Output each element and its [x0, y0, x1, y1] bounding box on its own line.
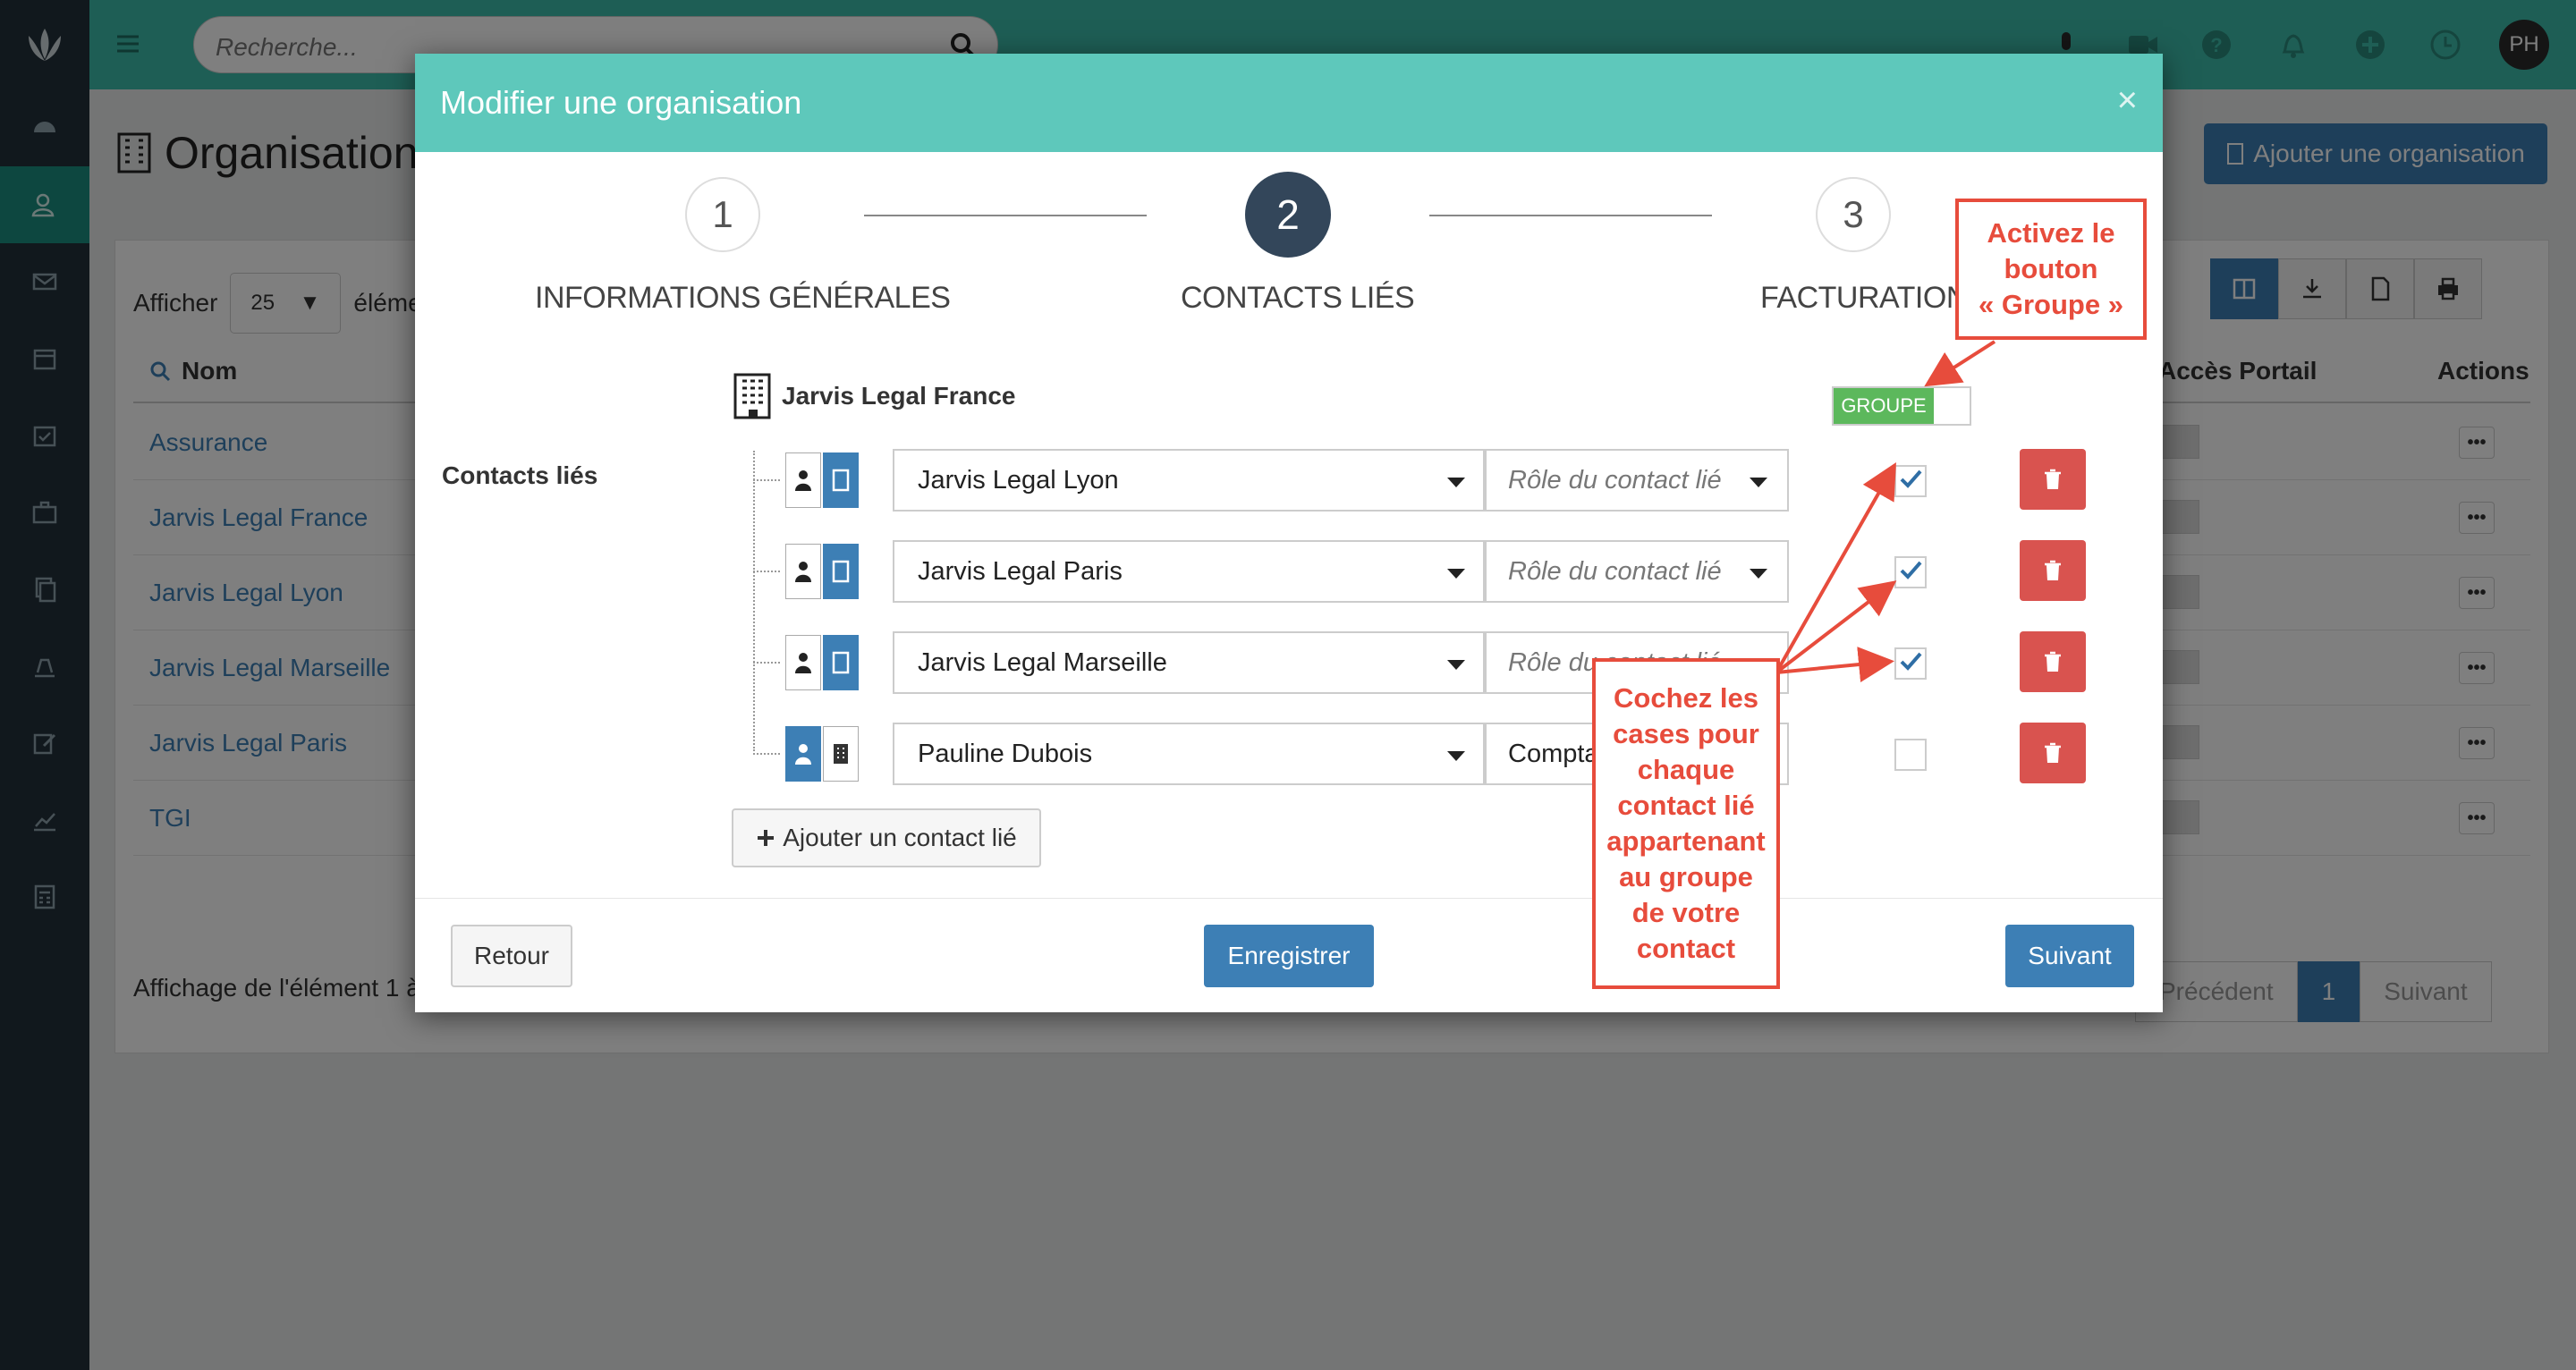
tree-branch: [753, 753, 780, 755]
contact-select-value: Pauline Dubois: [918, 739, 1093, 768]
building-icon: [832, 651, 850, 674]
check-icon: [1900, 652, 1922, 671]
next-button[interactable]: Suivant: [2005, 925, 2134, 987]
linked-contacts-label: Contacts liés: [442, 461, 598, 489]
annotation-line: bouton: [2004, 253, 2098, 284]
organisation-name: Jarvis Legal France: [782, 382, 1016, 410]
annotation-checkboxes: Cochez les cases pour chaque contact lié…: [1592, 658, 1780, 989]
contact-select-value: Jarvis Legal Marseille: [918, 647, 1167, 677]
contact-select-value: Jarvis Legal Paris: [918, 556, 1123, 586]
linked-contact-row: Jarvis Legal Marseille Rôle du contact l…: [753, 631, 2148, 694]
caret-down-icon: [1447, 751, 1465, 761]
caret-down-icon: [1750, 478, 1767, 487]
trash-icon: [2045, 469, 2061, 489]
group-member-checkbox[interactable]: [1894, 647, 1927, 680]
linked-contact-row: Jarvis Legal Paris Rôle du contact lié: [753, 540, 2148, 603]
annotation-line: cases pour: [1613, 718, 1759, 749]
caret-down-icon: [1750, 569, 1767, 579]
tree-branch: [753, 662, 780, 664]
person-type-button[interactable]: [785, 726, 821, 782]
building-icon: [733, 373, 771, 419]
person-icon: [795, 744, 811, 765]
building-icon: [832, 469, 850, 492]
delete-contact-button[interactable]: [2020, 540, 2086, 601]
annotation-line: Activez le: [1987, 217, 2115, 249]
tree-branch: [753, 479, 780, 481]
annotation-line: contact lié: [1617, 790, 1755, 821]
annotation-line: chaque: [1637, 754, 1735, 785]
modal-footer-divider: [415, 898, 2163, 899]
linked-contact-row: Pauline Dubois Comptable: [753, 723, 2148, 785]
organisation-header: Jarvis Legal France: [732, 372, 1015, 420]
group-member-checkbox[interactable]: [1894, 739, 1927, 771]
tree-branch: [753, 571, 780, 572]
role-select-value: Rôle du contact lié: [1508, 556, 1722, 586]
group-member-checkbox[interactable]: [1894, 465, 1927, 497]
step-1[interactable]: 1: [685, 177, 760, 252]
person-icon: [795, 470, 811, 491]
delete-contact-button[interactable]: [2020, 449, 2086, 510]
caret-down-icon: [1447, 569, 1465, 579]
add-linked-contact-label: Ajouter un contact lié: [783, 824, 1017, 851]
role-select[interactable]: Rôle du contact lié: [1483, 540, 1789, 603]
person-type-button[interactable]: [785, 635, 821, 690]
caret-down-icon: [1447, 478, 1465, 487]
linked-contact-row: Jarvis Legal Lyon Rôle du contact lié: [753, 449, 2148, 512]
check-icon: [1900, 469, 1922, 488]
annotation-checkboxes-text: Cochez les cases pour chaque contact lié…: [1606, 681, 1765, 967]
trash-icon: [2045, 560, 2061, 580]
person-type-button[interactable]: [785, 452, 821, 508]
trash-icon: [2045, 742, 2061, 763]
annotation-line: au groupe: [1619, 861, 1753, 892]
delete-contact-button[interactable]: [2020, 723, 2086, 783]
contact-select-value: Jarvis Legal Lyon: [918, 465, 1119, 495]
delete-contact-button[interactable]: [2020, 631, 2086, 692]
modal-title: Modifier une organisation: [440, 84, 802, 121]
group-member-checkbox[interactable]: [1894, 556, 1927, 588]
close-icon[interactable]: ×: [2117, 80, 2138, 121]
step-connector: [1429, 215, 1712, 216]
annotation-groupe-text: Activez le bouton « Groupe »: [1979, 216, 2123, 323]
step-2-label: CONTACTS LIÉS: [1181, 281, 1415, 315]
trash-icon: [2045, 651, 2061, 672]
organisation-type-button[interactable]: [823, 635, 859, 690]
annotation-line: « Groupe »: [1979, 289, 2123, 320]
annotation-line: contact: [1636, 933, 1736, 964]
annotation-line: appartenant: [1606, 825, 1766, 857]
person-type-button[interactable]: [785, 544, 821, 599]
modal-header: Modifier une organisation ×: [415, 54, 2163, 152]
contact-select[interactable]: Jarvis Legal Marseille: [893, 631, 1487, 694]
caret-down-icon: [1447, 660, 1465, 670]
step-3[interactable]: 3: [1816, 177, 1891, 252]
groupe-toggle[interactable]: GROUPE: [1832, 386, 1971, 426]
annotation-line: de votre: [1631, 897, 1741, 928]
step-3-label: FACTURATION: [1760, 281, 1968, 315]
role-select-value: Rôle du contact lié: [1508, 465, 1722, 495]
save-button[interactable]: Enregistrer: [1204, 925, 1374, 987]
role-select[interactable]: Rôle du contact lié: [1483, 449, 1789, 512]
person-icon: [795, 562, 811, 582]
organisation-type-button[interactable]: [823, 452, 859, 508]
step-1-label: INFORMATIONS GÉNÉRALES: [535, 281, 951, 315]
add-linked-contact-button[interactable]: Ajouter un contact lié: [732, 808, 1041, 867]
step-connector: [864, 215, 1147, 216]
building-icon: [834, 744, 848, 764]
edit-organisation-modal: Modifier une organisation × 1 2 3 INFORM…: [415, 54, 2163, 1012]
organisation-type-button[interactable]: [823, 544, 859, 599]
check-icon: [1900, 561, 1922, 579]
contact-select[interactable]: Jarvis Legal Lyon: [893, 449, 1487, 512]
step-2[interactable]: 2: [1245, 172, 1331, 258]
person-icon: [795, 653, 811, 673]
plus-icon: [758, 830, 775, 846]
annotation-line: Cochez les: [1614, 682, 1758, 714]
contact-select[interactable]: Pauline Dubois: [893, 723, 1487, 785]
organisation-type-button[interactable]: [823, 726, 859, 782]
back-button[interactable]: Retour: [451, 925, 572, 987]
contact-select[interactable]: Jarvis Legal Paris: [893, 540, 1487, 603]
building-icon: [832, 560, 850, 583]
annotation-groupe: Activez le bouton « Groupe »: [1955, 199, 2147, 340]
groupe-toggle-on: GROUPE: [1834, 388, 1934, 424]
